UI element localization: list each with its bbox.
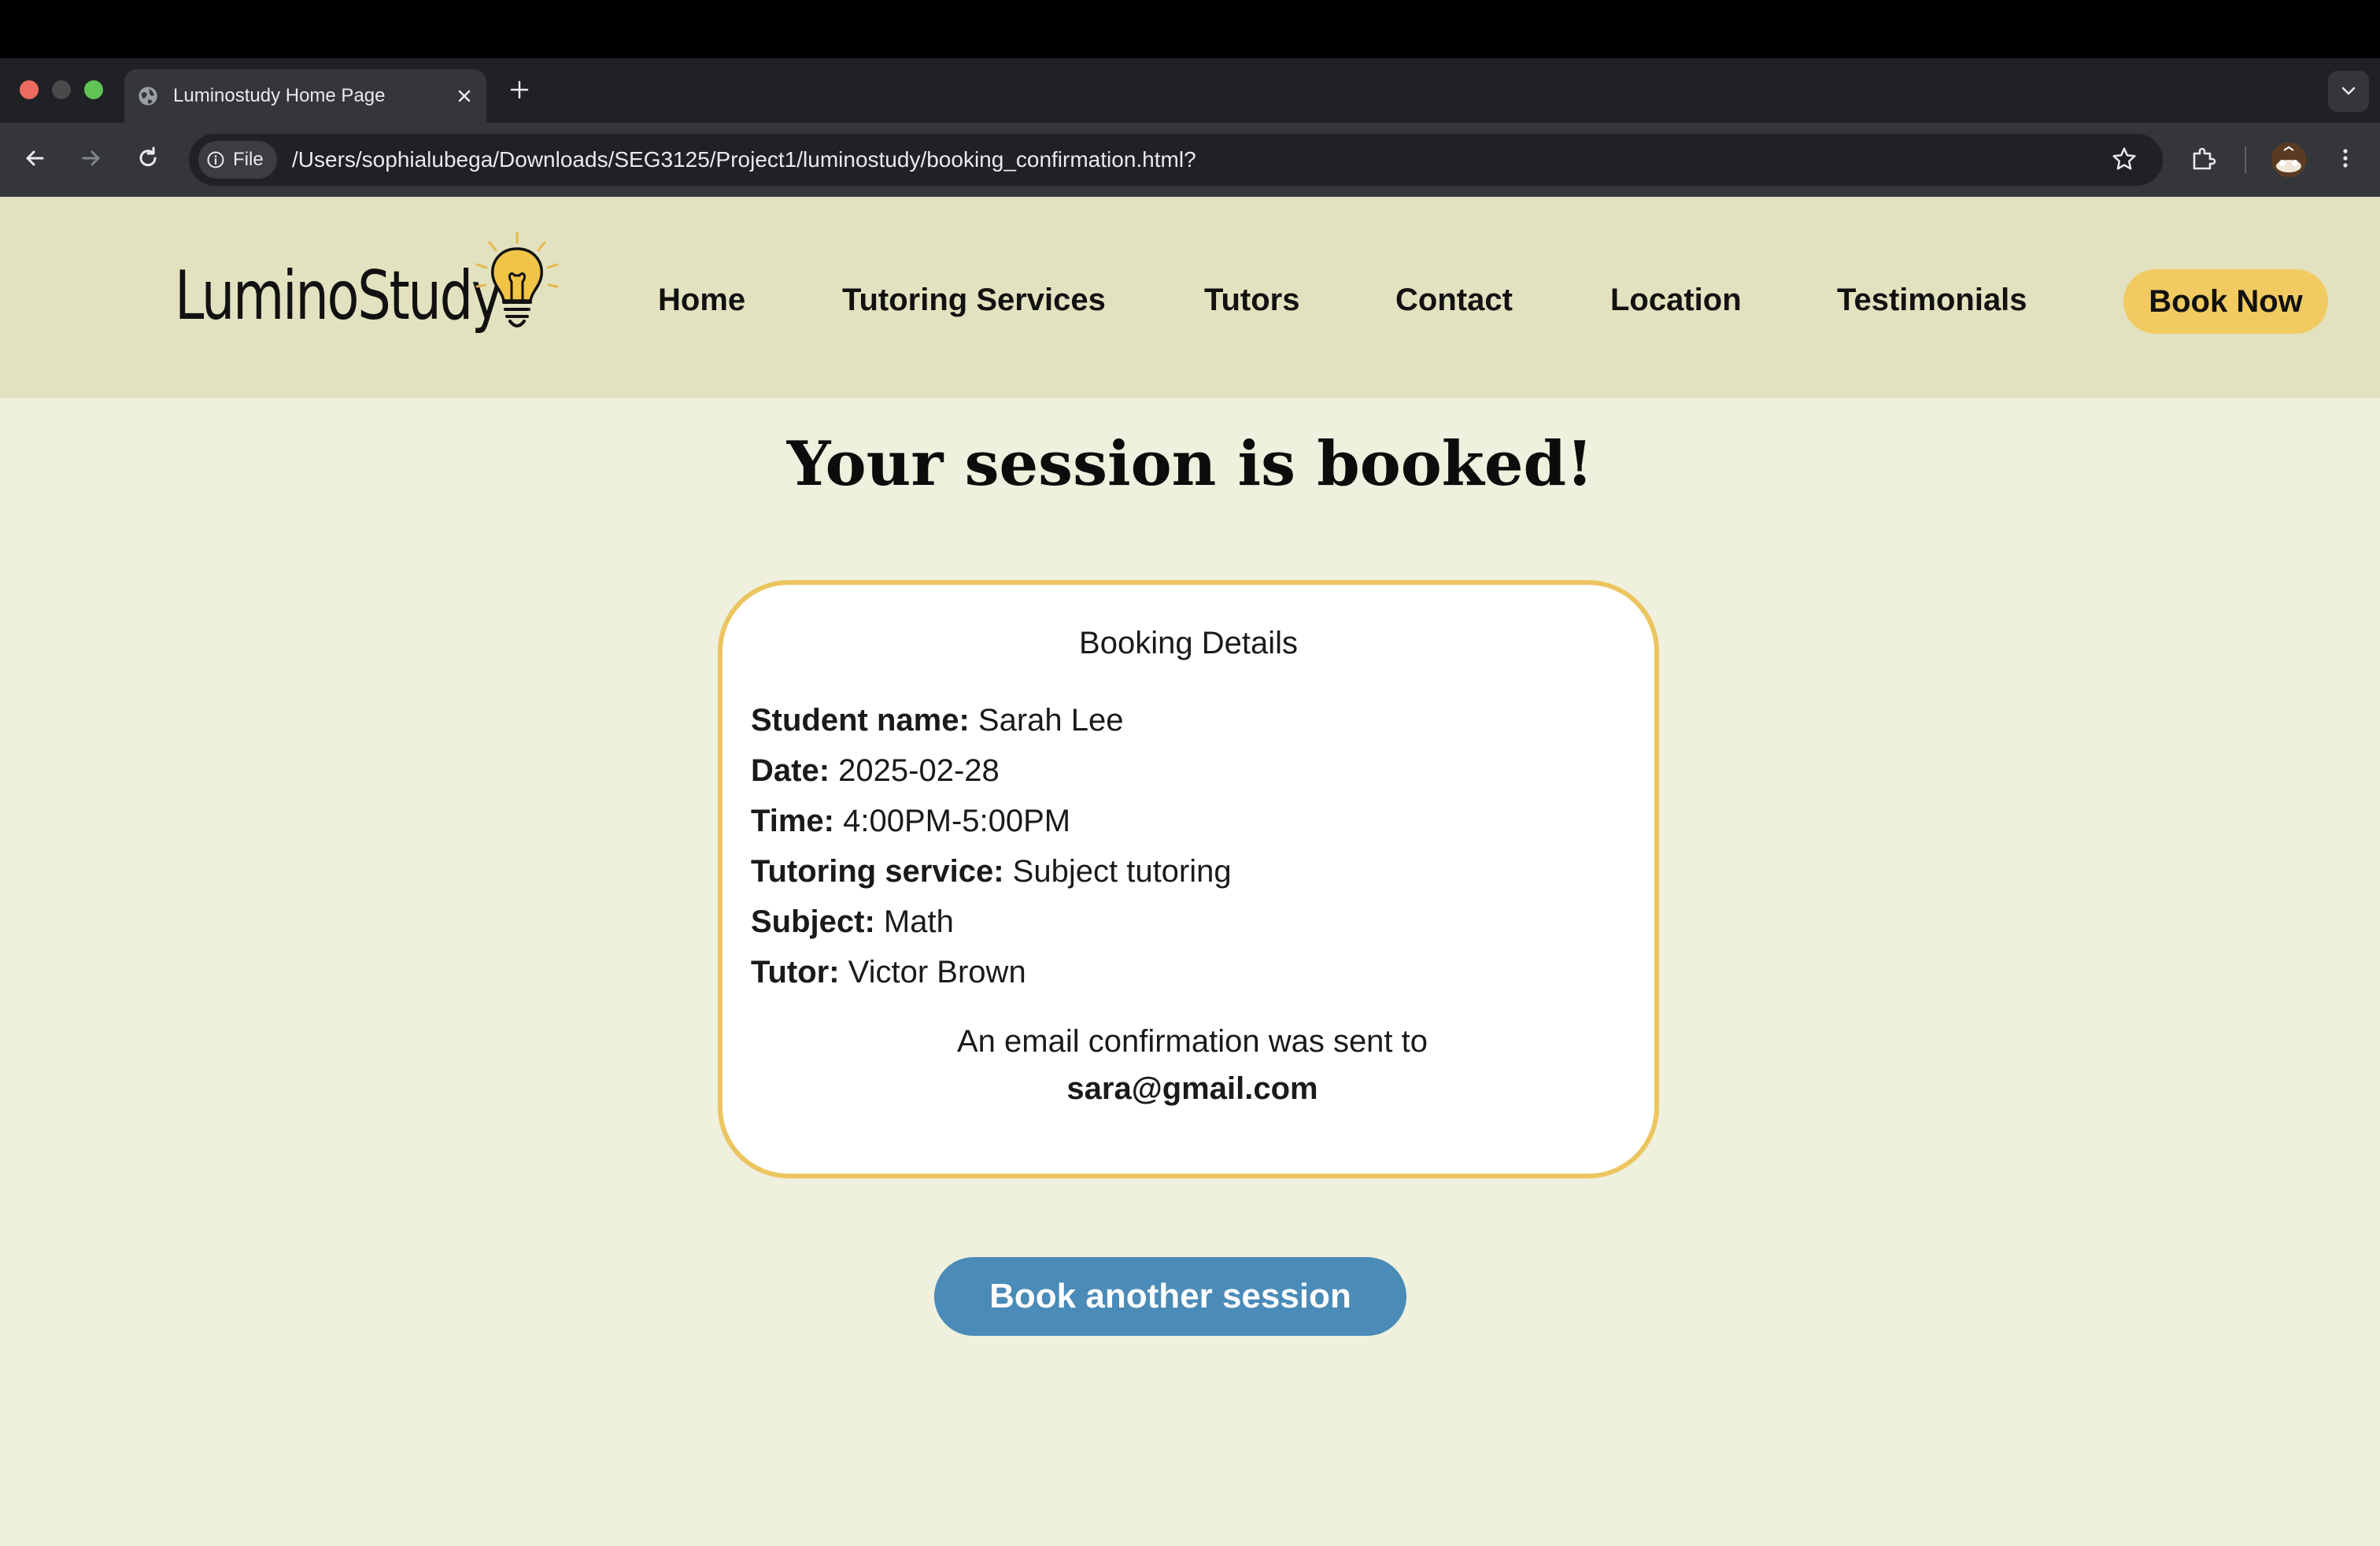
- page-title: Your session is booked!: [786, 428, 1594, 500]
- toolbar-divider: [2245, 146, 2246, 173]
- nav-testimonials[interactable]: Testimonials: [1837, 272, 2027, 328]
- file-chip-label: File: [233, 149, 264, 170]
- book-now-button[interactable]: Book Now: [2123, 269, 2328, 334]
- forward-arrow-icon[interactable]: [76, 142, 107, 174]
- more-vert-icon[interactable]: [2330, 142, 2361, 174]
- detail-subject: Subject: Math: [751, 898, 954, 945]
- lightbulb-icon[interactable]: [471, 230, 564, 338]
- extensions-icon[interactable]: [2188, 142, 2219, 174]
- detail-label: Student name:: [751, 703, 970, 738]
- star-icon[interactable]: [2109, 144, 2139, 174]
- url-text[interactable]: /Users/sophialubega/Downloads/SEG3125/Pr…: [292, 134, 1196, 186]
- mac-menu-bar: [0, 0, 2380, 58]
- detail-label: Time:: [751, 804, 834, 838]
- detail-date: Date: 2025-02-28: [751, 747, 1000, 794]
- nav-location[interactable]: Location: [1610, 272, 1742, 328]
- browser-tab[interactable]: Luminostudy Home Page: [124, 69, 486, 123]
- close-icon[interactable]: [452, 83, 477, 109]
- back-arrow-icon[interactable]: [19, 142, 50, 174]
- detail-value: 4:00PM-5:00PM: [843, 804, 1071, 838]
- detail-value: Math: [883, 904, 954, 939]
- email-address: sara@gmail.com: [1066, 1071, 1318, 1106]
- avatar-image: [2271, 142, 2306, 177]
- plus-icon[interactable]: [505, 76, 534, 104]
- tab-title: Luminostudy Home Page: [173, 85, 386, 106]
- booking-details-card: Booking Details Student name: Sarah Lee …: [718, 580, 1659, 1178]
- detail-student-name: Student name: Sarah Lee: [751, 697, 1124, 744]
- info-icon: [207, 151, 224, 168]
- minimize-window-button[interactable]: [52, 80, 71, 99]
- detail-label: Date:: [751, 753, 830, 788]
- maximize-window-button[interactable]: [84, 80, 103, 99]
- detail-value: Sarah Lee: [978, 703, 1124, 738]
- tab-search-button[interactable]: [2328, 71, 2369, 112]
- email-confirmation-message: An email confirmation was sent to: [956, 1024, 1428, 1059]
- detail-label: Tutoring service:: [751, 854, 1004, 889]
- card-heading: Booking Details: [1079, 626, 1298, 660]
- detail-value: Subject tutoring: [1012, 854, 1232, 889]
- close-window-button[interactable]: [20, 80, 39, 99]
- nav-home[interactable]: Home: [658, 272, 745, 328]
- detail-label: Subject:: [751, 904, 875, 939]
- profile-avatar[interactable]: [2271, 142, 2306, 177]
- reload-icon[interactable]: [132, 142, 164, 174]
- detail-label: Tutor:: [751, 955, 840, 989]
- nav-contact[interactable]: Contact: [1395, 272, 1513, 328]
- detail-time: Time: 4:00PM-5:00PM: [751, 797, 1070, 845]
- globe-icon: [139, 87, 157, 105]
- chevron-down-icon: [2341, 87, 2356, 95]
- nav-tutoring-services[interactable]: Tutoring Services: [842, 272, 1106, 328]
- nav-tutors[interactable]: Tutors: [1204, 272, 1299, 328]
- site-info-chip[interactable]: File: [198, 141, 277, 179]
- detail-value: Victor Brown: [848, 955, 1026, 989]
- detail-tutor: Tutor: Victor Brown: [751, 949, 1026, 996]
- detail-value: 2025-02-28: [838, 753, 1000, 788]
- site-logo-text[interactable]: LuminoStudy: [175, 249, 503, 343]
- book-another-session-button[interactable]: Book another session: [934, 1257, 1406, 1336]
- detail-tutoring-service: Tutoring service: Subject tutoring: [751, 848, 1232, 895]
